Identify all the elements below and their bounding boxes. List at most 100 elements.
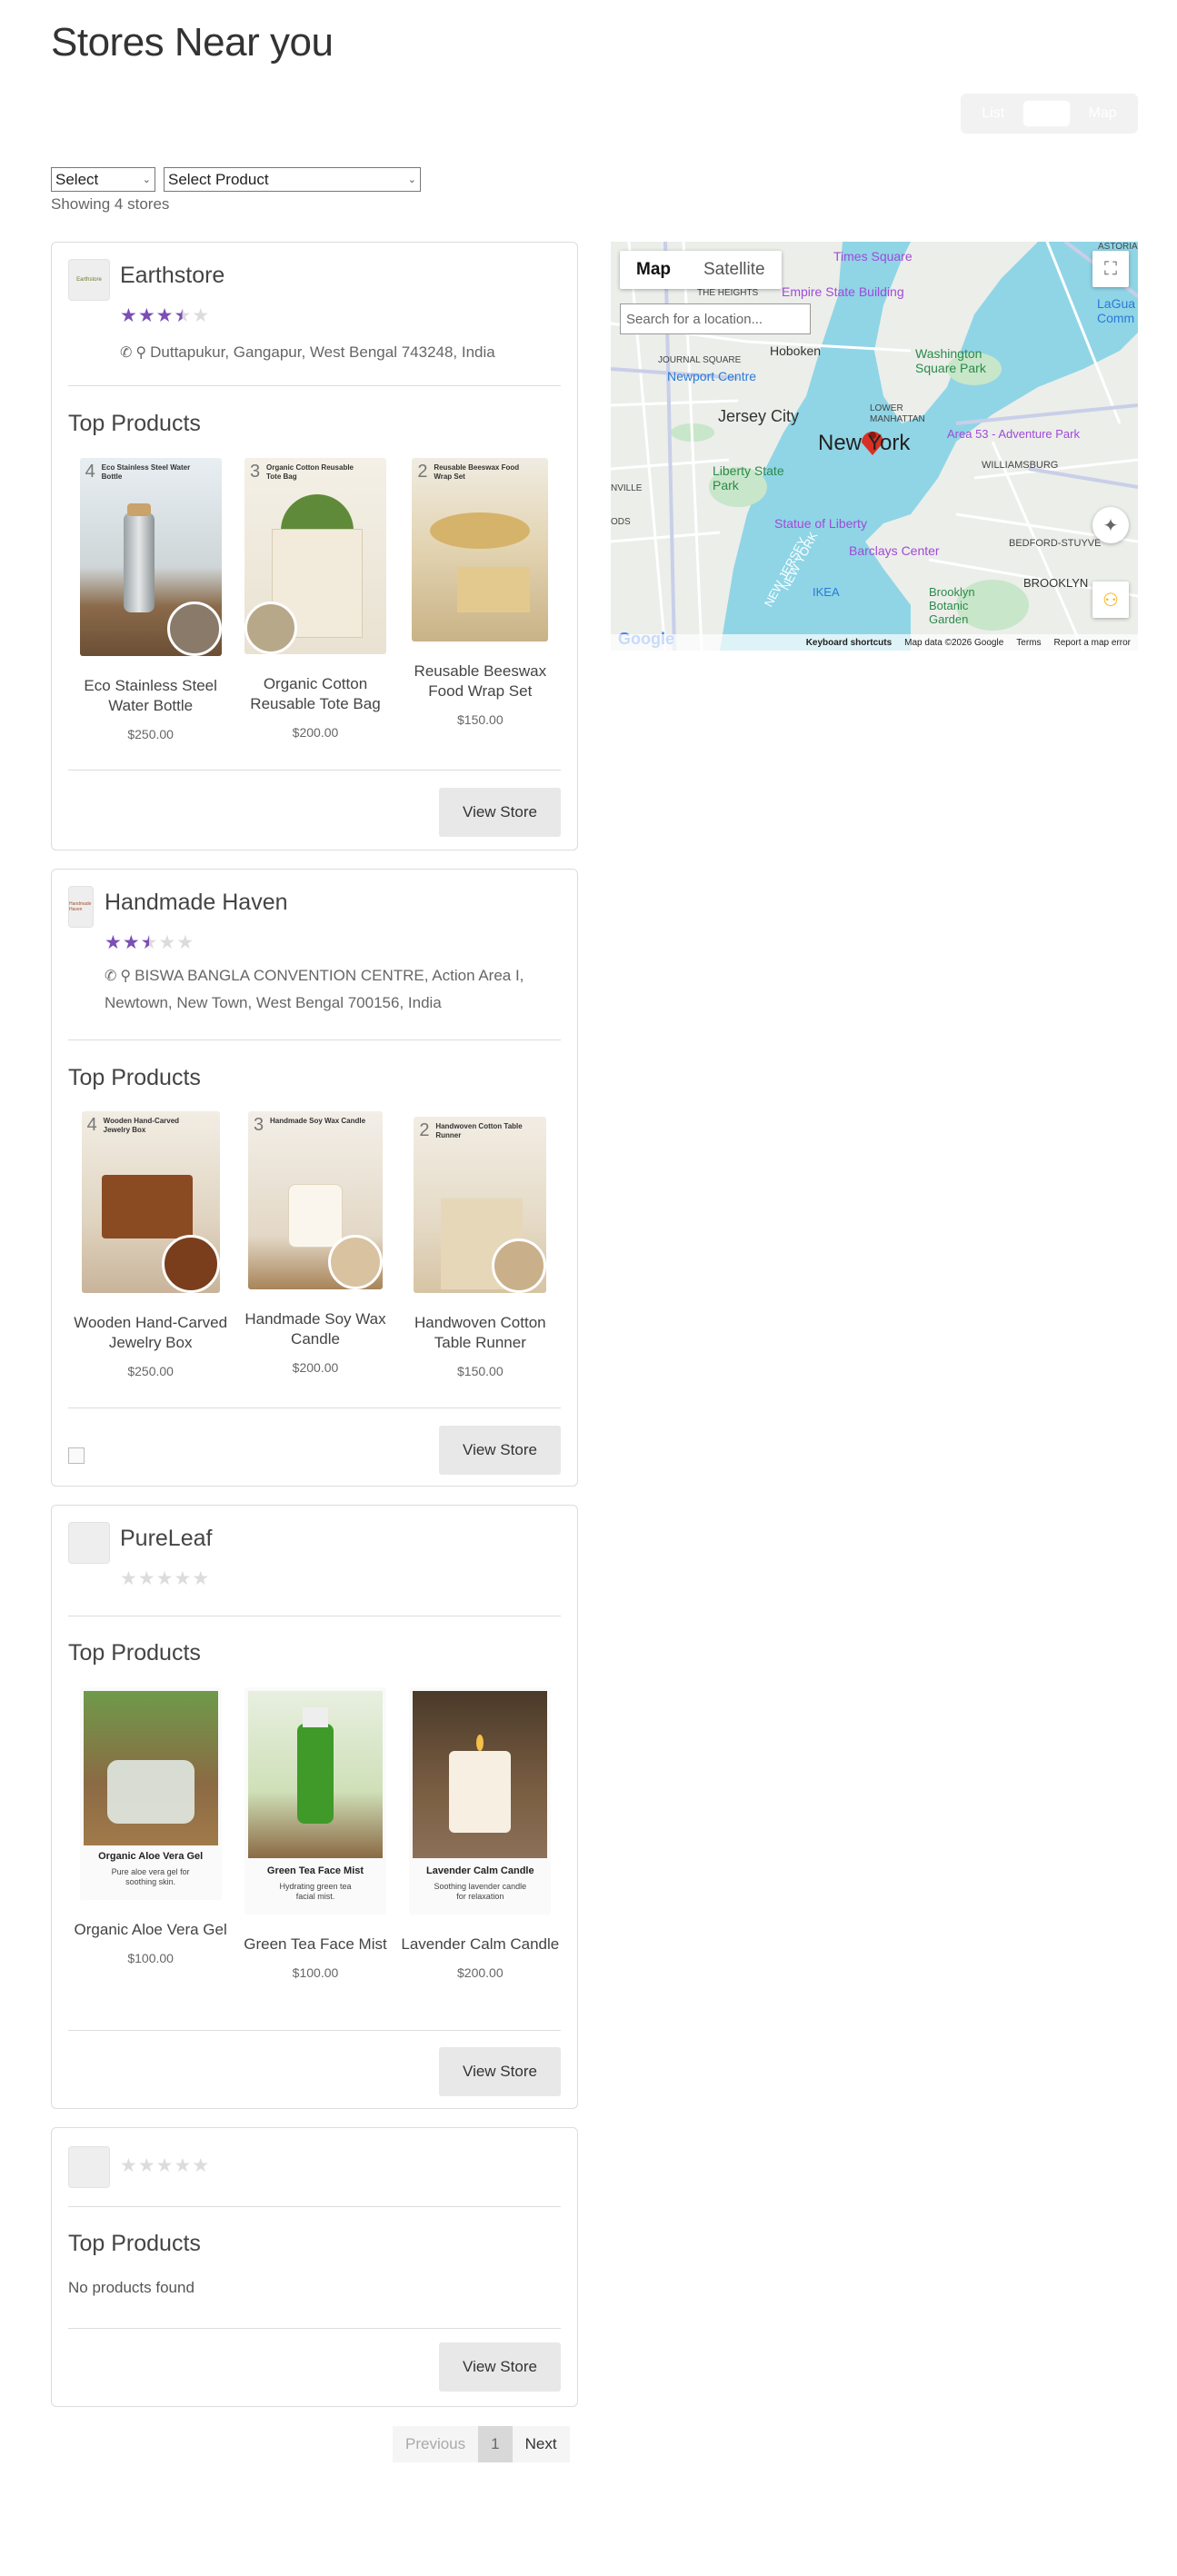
product-card[interactable]: Lavender Calm Candle Soothing lavender c… — [400, 1687, 560, 1980]
map-label-ikea: IKEA — [813, 585, 840, 599]
product-card[interactable]: 2 Reusable Beeswax Food Wrap Set Reusabl… — [400, 458, 560, 741]
map-search-input[interactable]: Search for a location... — [620, 303, 811, 334]
store-rating: ★ ★ ★ ★ ★ — [120, 1567, 209, 1590]
view-split-button[interactable]: Split — [1022, 101, 1070, 126]
divider — [68, 2206, 561, 2207]
star-icon: ★ — [137, 1568, 155, 1589]
product-card[interactable]: Organic Aloe Vera Gel Pure aloe vera gel… — [71, 1687, 231, 1980]
product-image[interactable]: 2 Reusable Beeswax Food Wrap Set — [412, 458, 549, 642]
product-select[interactable]: Select Product ⌄ — [164, 167, 421, 192]
keyboard-shortcuts-link[interactable]: Keyboard shortcuts — [806, 638, 892, 648]
store-address: ✆ ⚲ Duttapukur, Gangapur, West Bengal 7432… — [120, 343, 495, 361]
product-name[interactable]: Lavender Calm Candle — [401, 1934, 559, 1954]
fullscreen-icon[interactable]: ⛶ — [1092, 251, 1129, 287]
map-label-lower-manhattan: LOWER MANHATTAN — [870, 403, 925, 424]
map-label-heights: THE HEIGHTS — [697, 288, 759, 298]
map-footer: Keyboard shortcuts Map data ©2026 Google… — [611, 634, 1138, 651]
view-store-button[interactable]: View Store — [439, 1426, 561, 1475]
result-count: Showing 4 stores — [51, 195, 170, 213]
star-icon: ★ — [155, 305, 174, 326]
product-image[interactable]: 4 Wooden Hand-Carved Jewelry Box — [81, 1111, 220, 1293]
map-label-liberty-park: Liberty State Park — [713, 463, 784, 492]
product-image[interactable]: 2 Handwoven Cotton Table Runner — [414, 1117, 547, 1293]
location-pin-icon[interactable]: ⚲ — [120, 969, 131, 984]
pagination-page-1[interactable]: 1 — [478, 2426, 513, 2462]
map-label-area53: Area 53 - Adventure Park — [947, 427, 1080, 441]
map-type-map-button[interactable]: Map — [620, 251, 687, 289]
map-label-botanic: Brooklyn Botanic Garden — [929, 585, 975, 626]
product-list: Organic Aloe Vera Gel Pure aloe vera gel… — [68, 1687, 563, 1980]
terms-link[interactable]: Terms — [1016, 638, 1041, 648]
store-name[interactable]: Earthstore — [120, 263, 224, 289]
phone-icon[interactable]: ✆ — [105, 969, 116, 984]
map-label-hoboken: Hoboken — [770, 343, 822, 358]
map-label-times-square: Times Square — [833, 249, 913, 264]
star-icon: ★ — [155, 2155, 174, 2176]
view-store-button[interactable]: View Store — [439, 2047, 561, 2096]
product-name[interactable]: Reusable Beeswax Food Wrap Set — [400, 661, 560, 701]
store-name[interactable]: PureLeaf — [120, 1526, 212, 1552]
camera-control-icon[interactable]: ✦ — [1092, 507, 1129, 543]
star-icon: ★ — [174, 1568, 192, 1589]
map-label-brooklyn: BROOKLYN — [1023, 576, 1089, 590]
product-price: $200.00 — [292, 725, 339, 740]
product-price: $250.00 — [127, 727, 174, 741]
store-rating: ★ ★ ★ ★ ★ — [120, 304, 209, 327]
map-label-washington-sq: Washington Square Park — [915, 346, 986, 375]
pagination-previous[interactable]: Previous — [393, 2426, 479, 2462]
divider — [68, 770, 561, 771]
product-price: $100.00 — [292, 1965, 339, 1980]
view-list-button[interactable]: List — [973, 101, 1013, 126]
store-rating: ★ ★ ★ ★ ★ — [120, 2154, 209, 2177]
product-card[interactable]: 4 Eco Stainless Steel Water Bottle Eco S… — [71, 458, 231, 741]
phone-icon[interactable]: ✆ — [120, 345, 132, 361]
product-name[interactable]: Handmade Soy Wax Candle — [235, 1309, 395, 1349]
product-name[interactable]: Eco Stainless Steel Water Bottle — [71, 676, 231, 716]
map-label-newport: Newport Centre — [667, 369, 757, 383]
map-label-jersey-city: Jersey City — [718, 407, 800, 425]
product-price: $250.00 — [127, 1364, 174, 1378]
product-image[interactable]: 3 Organic Cotton Reusable Tote Bag — [244, 458, 386, 654]
map-label-empire-state: Empire State Building — [782, 284, 904, 299]
product-image[interactable]: 3 Handmade Soy Wax Candle — [247, 1111, 383, 1289]
pegman-icon[interactable]: ⚇ — [1092, 582, 1129, 618]
product-card[interactable]: Green Tea Face Mist Hydrating green tea … — [235, 1687, 395, 1980]
product-image[interactable]: Organic Aloe Vera Gel Pure aloe vera gel… — [79, 1687, 222, 1900]
product-image[interactable]: 4 Eco Stainless Steel Water Bottle — [79, 458, 222, 656]
view-map-button[interactable]: Map — [1080, 101, 1126, 126]
view-store-button[interactable]: View Store — [439, 2342, 561, 2392]
map-type-satellite-button[interactable]: Satellite — [687, 251, 782, 289]
product-price: $150.00 — [457, 712, 504, 727]
view-store-button[interactable]: View Store — [439, 788, 561, 837]
star-icon: ★ — [192, 305, 210, 326]
product-card[interactable]: 3 Handmade Soy Wax Candle Handmade Soy W… — [235, 1111, 395, 1378]
product-card[interactable]: 4 Wooden Hand-Carved Jewelry Box Wooden … — [71, 1111, 231, 1378]
report-error-link[interactable]: Report a map error — [1054, 638, 1131, 648]
product-name[interactable]: Handwoven Cotton Table Runner — [400, 1313, 560, 1353]
pagination-next[interactable]: Next — [512, 2426, 570, 2462]
product-card[interactable]: 3 Organic Cotton Reusable Tote Bag Organ… — [235, 458, 395, 741]
star-icon: ★ — [120, 1568, 137, 1589]
store-logo: Earthstore — [68, 259, 110, 301]
store-name[interactable]: Handmade Haven — [105, 890, 288, 916]
store-card: PureLeaf ★ ★ ★ ★ ★ Top Products Organic Aloe… — [51, 1505, 578, 2109]
product-name[interactable]: Wooden Hand-Carved Jewelry Box — [71, 1313, 231, 1353]
product-card[interactable]: 2 Handwoven Cotton Table Runner Handwove… — [400, 1111, 560, 1378]
product-image[interactable]: Lavender Calm Candle Soothing lavender c… — [409, 1687, 552, 1915]
product-image[interactable]: Green Tea Face Mist Hydrating green tea … — [244, 1687, 386, 1915]
star-icon: ★ — [137, 305, 155, 326]
product-name[interactable]: Organic Aloe Vera Gel — [75, 1920, 227, 1940]
filter-bar: Select ⌄ Select Product ⌄ — [51, 167, 421, 192]
product-name[interactable]: Green Tea Face Mist — [244, 1934, 386, 1954]
chevron-down-icon: ⌄ — [407, 174, 416, 185]
product-name[interactable]: Organic Cotton Reusable Tote Bag — [235, 674, 395, 714]
divider — [68, 2030, 561, 2031]
location-pin-icon[interactable]: ⚲ — [135, 345, 146, 361]
page-title: Stores Near you — [51, 20, 334, 65]
star-icon: ★ — [176, 932, 195, 953]
store-map[interactable]: New York Jersey City Hoboken Times Squar… — [611, 242, 1138, 651]
half-star-icon: ★ — [140, 932, 158, 953]
star-icon: ★ — [137, 2155, 155, 2176]
product-price: $200.00 — [292, 1360, 339, 1375]
category-select[interactable]: Select ⌄ — [51, 167, 155, 192]
